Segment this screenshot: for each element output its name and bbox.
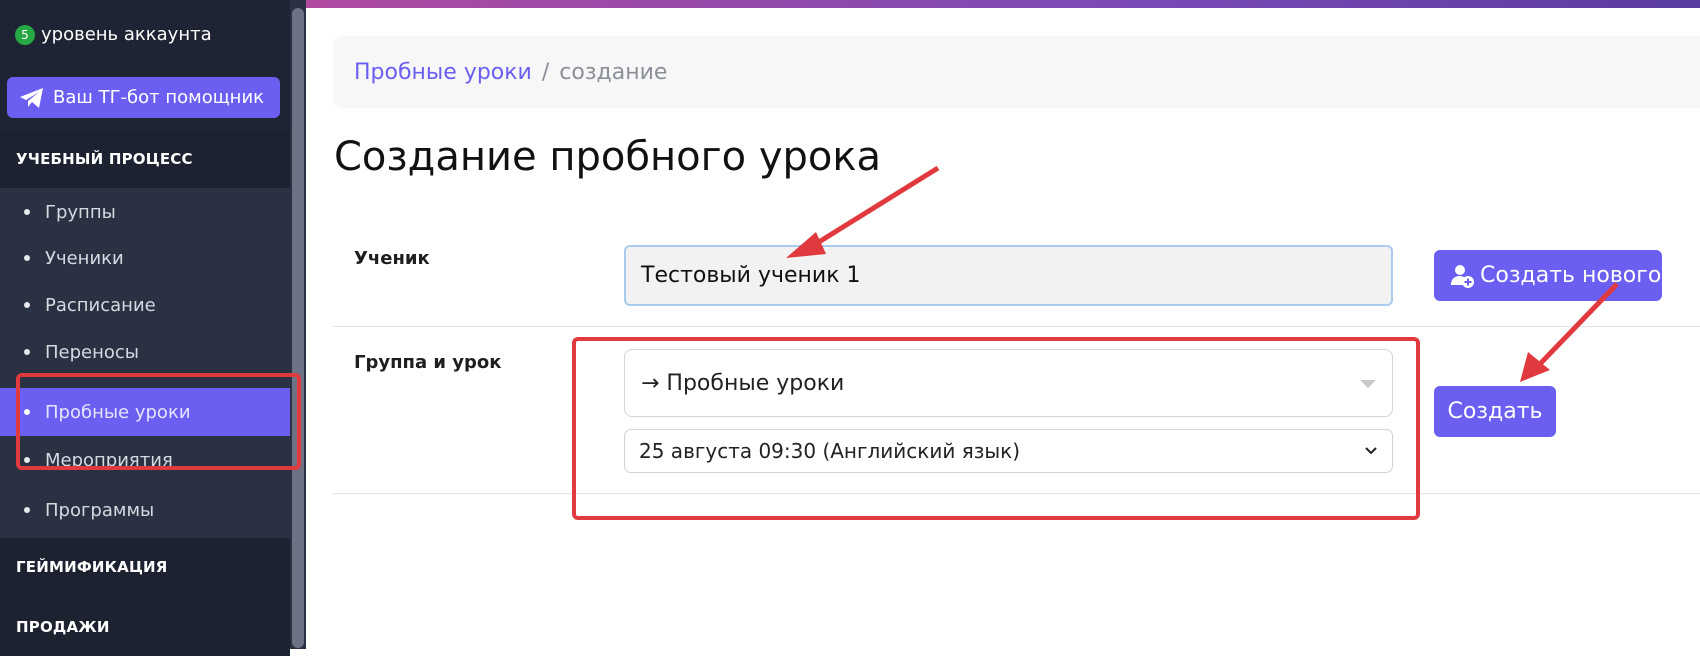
annotation-arrows <box>786 165 1619 382</box>
annotation-arrow-student <box>786 165 940 258</box>
annotation-arrow-create <box>1520 282 1619 382</box>
